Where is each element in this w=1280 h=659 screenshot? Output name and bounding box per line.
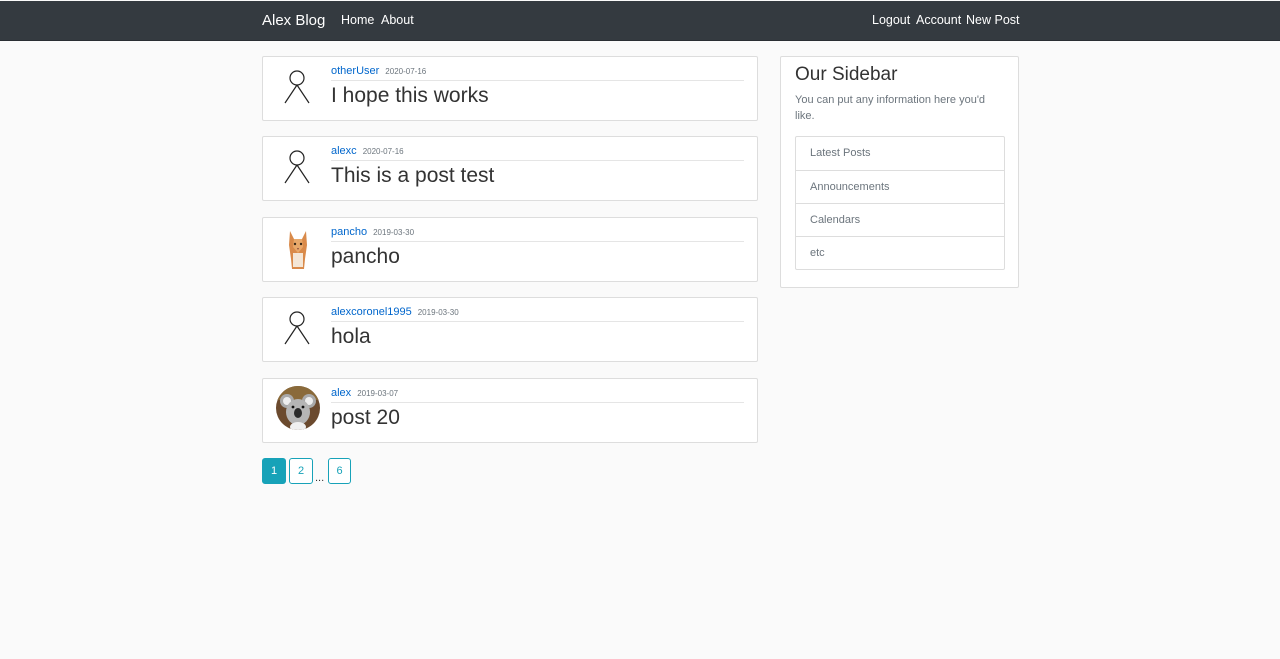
page-6-button[interactable]: 6 [328,458,351,484]
koala-icon [276,386,320,430]
sidebar-item-latest-posts[interactable]: Latest Posts [796,137,1004,170]
post-author-link[interactable]: alexc [331,145,357,157]
sidebar-list: Latest Posts Announcements Calendars etc [795,136,1005,270]
stick-figure-icon [284,70,310,104]
nav-new-post-link[interactable]: New Post [966,13,1020,27]
post-date: 2020-07-16 [362,147,404,156]
post-author-link[interactable]: pancho [331,226,367,238]
post-author-link[interactable]: otherUser [331,65,379,77]
brand-link[interactable]: Alex Blog [262,12,325,29]
post-title-link[interactable]: hola [331,325,371,349]
nav-about-link[interactable]: About [381,13,414,27]
sidebar: Our Sidebar You can put any information … [780,56,1019,288]
sidebar-item-announcements[interactable]: Announcements [796,170,1004,203]
post-card: pancho 2019-03-30 pancho [262,217,758,282]
page-1-button[interactable]: 1 [262,458,286,484]
post-card: otherUser 2020-07-16 I hope this works [262,56,758,121]
avatar [276,386,320,430]
post-meta: alexc 2020-07-16 [331,145,744,161]
stick-figure-icon [284,311,310,345]
nav-home-link[interactable]: Home [341,13,374,27]
post-meta: otherUser 2020-07-16 [331,65,744,81]
sidebar-item-etc[interactable]: etc [796,236,1004,269]
post-card: alex 2019-03-07 post 20 [262,378,758,443]
avatar [276,144,320,188]
post-date: 2019-03-30 [417,308,459,317]
post-date: 2019-03-30 [373,228,415,237]
cat-icon [276,225,320,269]
nav-logout-link[interactable]: Logout [872,13,910,27]
post-title-link[interactable]: This is a post test [331,164,494,188]
avatar [276,64,320,108]
post-title-link[interactable]: I hope this works [331,84,489,108]
stick-figure-icon [284,150,310,184]
post-date: 2020-07-16 [385,67,427,76]
post-author-link[interactable]: alexcoronel1995 [331,306,412,318]
post-author-link[interactable]: alex [331,387,351,399]
post-meta: alexcoronel1995 2019-03-30 [331,306,744,322]
avatar [276,305,320,349]
sidebar-title: Our Sidebar [795,64,898,85]
sidebar-item-calendars[interactable]: Calendars [796,203,1004,236]
nav-account-link[interactable]: Account [916,13,961,27]
post-meta: pancho 2019-03-30 [331,226,744,242]
post-title-link[interactable]: pancho [331,245,400,269]
post-card: alexcoronel1995 2019-03-30 hola [262,297,758,362]
post-card: alexc 2020-07-16 This is a post test [262,136,758,201]
post-date: 2019-03-07 [357,389,399,398]
top-navbar: Alex Blog Home About Logout Account New … [0,1,1280,41]
post-meta: alex 2019-03-07 [331,387,744,403]
avatar [276,225,320,269]
sidebar-description: You can put any information here you'd l… [795,94,986,122]
pagination-ellipsis: ... [315,472,325,484]
page-2-button[interactable]: 2 [289,458,313,484]
post-title-link[interactable]: post 20 [331,406,400,430]
